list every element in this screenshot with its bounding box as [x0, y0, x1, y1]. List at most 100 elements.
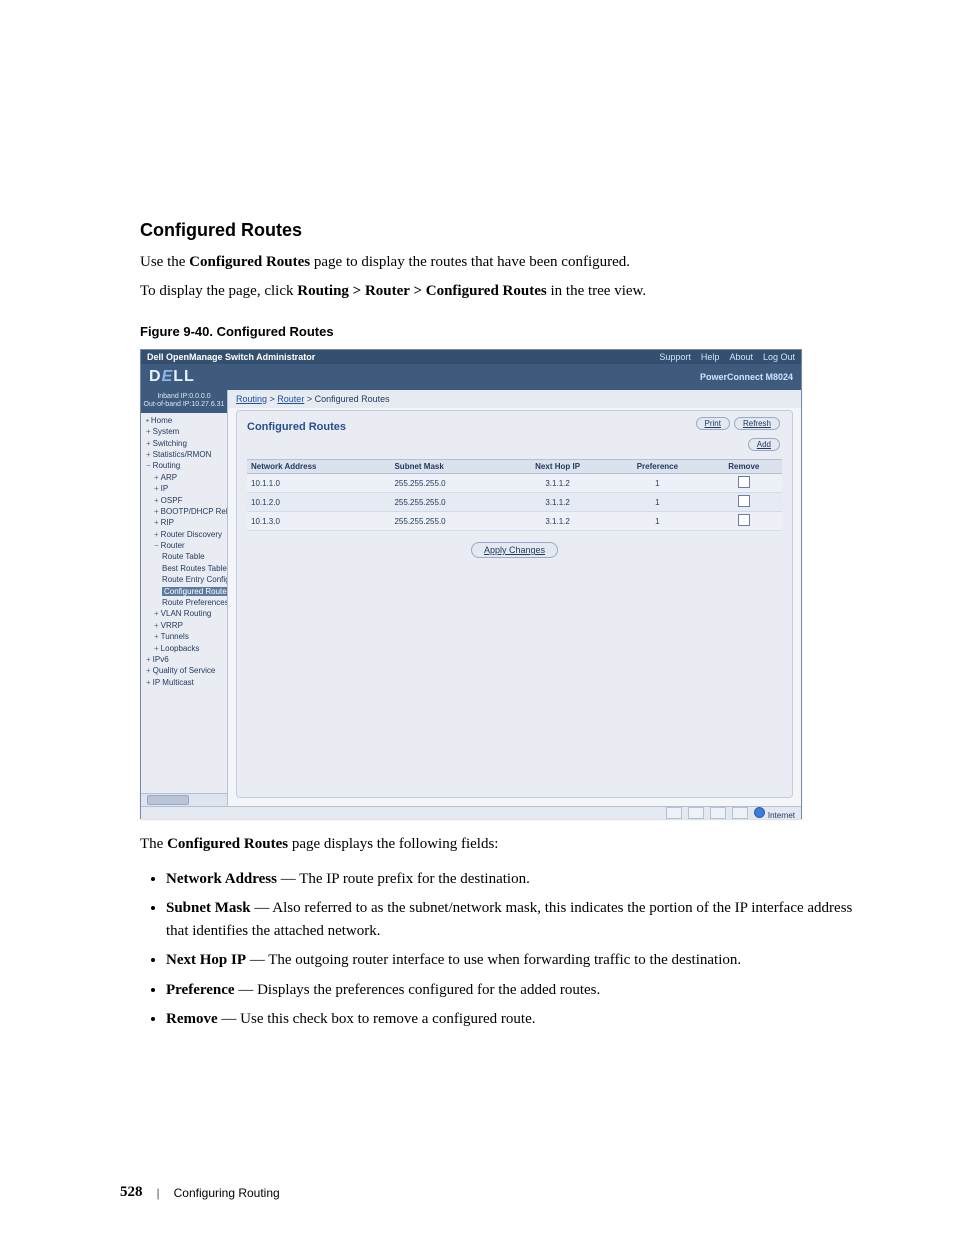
plus-icon: + [146, 678, 151, 687]
tree-router-discovery[interactable]: +Router Discovery [154, 530, 224, 540]
remove-checkbox[interactable] [738, 476, 750, 488]
field-desc: — Displays the preferences configured fo… [235, 982, 601, 998]
tree-qos[interactable]: +Quality of Service [146, 666, 224, 676]
tree-arp[interactable]: +ARP [154, 473, 224, 483]
plus-icon: + [154, 496, 159, 505]
refresh-button[interactable]: Refresh [734, 417, 780, 430]
tree-router[interactable]: −Router [154, 541, 224, 551]
tree-configured-routes[interactable]: Configured Routes [162, 587, 224, 597]
add-button[interactable]: Add [748, 438, 780, 451]
status-segment [666, 807, 682, 819]
table-row: 10.1.2.0 255.255.255.0 3.1.1.2 1 [247, 493, 782, 512]
tree-vrrp[interactable]: +VRRP [154, 621, 224, 631]
cell-net: 10.1.3.0 [247, 512, 390, 531]
text: The [140, 836, 167, 852]
plus-icon: + [146, 666, 151, 675]
ip-outband: Out-of-band IP:10.27.6.31 [143, 401, 225, 409]
tree-rip[interactable]: +RIP [154, 518, 224, 528]
col-subnet-mask: Subnet Mask [390, 460, 506, 474]
tree-ip[interactable]: +IP [154, 484, 224, 494]
remove-checkbox[interactable] [738, 514, 750, 526]
field-desc: — Use this check box to remove a configu… [218, 1011, 536, 1027]
crumb-routing[interactable]: Routing [236, 394, 267, 404]
cell-pref: 1 [609, 512, 705, 531]
scrollbar-thumb[interactable] [147, 795, 189, 805]
cell-net: 10.1.2.0 [247, 493, 390, 512]
cell-hop: 3.1.1.2 [506, 474, 609, 493]
text-bold: Configured Routes [189, 254, 310, 270]
field-list: Network Address — The IP route prefix fo… [166, 868, 854, 1032]
list-item: Network Address — The IP route prefix fo… [166, 868, 854, 891]
sidebar-nav: Inband IP:0.0.0.0 Out-of-band IP:10.27.6… [141, 390, 228, 806]
text: To display the page, click [140, 283, 297, 299]
tree-ospf[interactable]: +OSPF [154, 496, 224, 506]
plus-icon: + [154, 632, 159, 641]
cell-mask: 255.255.255.0 [390, 493, 506, 512]
plus-icon: + [146, 427, 151, 436]
list-item: Next Hop IP — The outgoing router interf… [166, 949, 854, 972]
globe-icon [754, 807, 765, 818]
status-bar: Internet [141, 806, 801, 819]
plus-icon: + [154, 484, 159, 493]
crumb-router[interactable]: Router [277, 394, 304, 404]
cell-net: 10.1.1.0 [247, 474, 390, 493]
figure-caption: Figure 9-40. Configured Routes [140, 324, 854, 339]
tree-route-table[interactable]: Route Table [162, 552, 224, 562]
field-desc: — Also referred to as the subnet/network… [166, 900, 852, 939]
tree-best-routes[interactable]: Best Routes Table [162, 564, 224, 574]
col-next-hop: Next Hop IP [506, 460, 609, 474]
tree-tunnels[interactable]: +Tunnels [154, 632, 224, 642]
text: page to display the routes that have bee… [314, 254, 630, 270]
link-help[interactable]: Help [701, 352, 720, 362]
list-item: Preference — Displays the preferences co… [166, 979, 854, 1002]
print-button[interactable]: Print [696, 417, 730, 430]
tree-home[interactable]: ▪Home [146, 416, 224, 426]
field-term: Network Address [166, 871, 277, 887]
tree-switching[interactable]: +Switching [146, 439, 224, 449]
plus-icon: + [146, 439, 151, 448]
section-heading: Configured Routes [140, 220, 854, 241]
plus-icon: + [154, 473, 159, 482]
content-pane: Routing > Router > Configured Routes Con… [228, 390, 801, 806]
col-preference: Preference [609, 460, 705, 474]
table-row: 10.1.3.0 255.255.255.0 3.1.1.2 1 [247, 512, 782, 531]
field-term: Subnet Mask [166, 900, 251, 916]
tree-bootp[interactable]: +BOOTP/DHCP Relay A [154, 507, 224, 517]
col-remove: Remove [706, 460, 782, 474]
tree-ip-multicast[interactable]: +IP Multicast [146, 678, 224, 688]
sidebar-scrollbar[interactable] [141, 793, 227, 806]
crumb-leaf: Configured Routes [315, 394, 390, 404]
text: in the tree view. [550, 283, 646, 299]
tree-route-preferences[interactable]: Route Preferences [162, 598, 224, 608]
ip-box: Inband IP:0.0.0.0 Out-of-band IP:10.27.6… [141, 390, 227, 413]
link-logout[interactable]: Log Out [763, 352, 795, 362]
tree-stats[interactable]: +Statistics/RMON [146, 450, 224, 460]
text: page displays the following fields: [292, 836, 499, 852]
link-about[interactable]: About [729, 352, 753, 362]
product-name: PowerConnect M8024 [700, 372, 793, 382]
brand-logo: DELL [149, 368, 195, 386]
remove-checkbox[interactable] [738, 495, 750, 507]
plus-icon: + [154, 609, 159, 618]
cell-pref: 1 [609, 474, 705, 493]
ip-inband: Inband IP:0.0.0.0 [143, 393, 225, 401]
cell-hop: 3.1.1.2 [506, 512, 609, 531]
tree-system[interactable]: +System [146, 427, 224, 437]
cell-mask: 255.255.255.0 [390, 512, 506, 531]
plus-icon: + [154, 644, 159, 653]
tree-vlan-routing[interactable]: +VLAN Routing [154, 609, 224, 619]
link-support[interactable]: Support [659, 352, 691, 362]
tree-icon: ▪ [146, 416, 149, 425]
plus-icon: + [146, 450, 151, 459]
cell-hop: 3.1.1.2 [506, 493, 609, 512]
tree-loopbacks[interactable]: +Loopbacks [154, 644, 224, 654]
tree-ipv6[interactable]: +IPv6 [146, 655, 224, 665]
tree-routing[interactable]: −Routing [146, 461, 224, 471]
window-title: Dell OpenManage Switch Administrator [147, 352, 649, 362]
tree-route-entry[interactable]: Route Entry Config [162, 575, 224, 585]
routes-table: Network Address Subnet Mask Next Hop IP … [247, 459, 782, 531]
apply-changes-button[interactable]: Apply Changes [471, 542, 558, 558]
plus-icon: + [154, 530, 159, 539]
fields-intro: The Configured Routes page displays the … [140, 833, 854, 856]
minus-icon: − [146, 461, 151, 470]
